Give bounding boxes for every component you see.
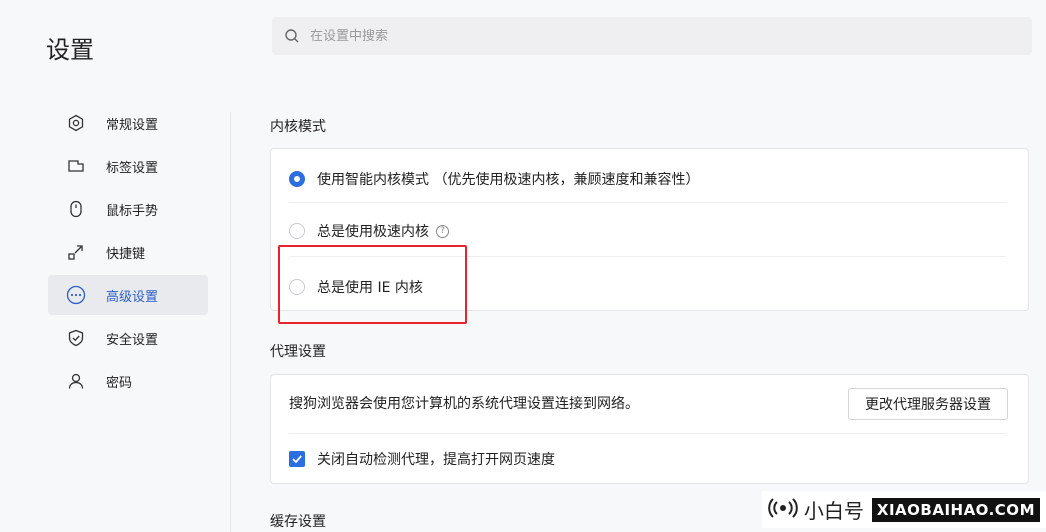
option-label: 关闭自动检测代理，提高打开网页速度: [317, 452, 555, 468]
proxy-settings-card: 搜狗浏览器会使用您计算机的系统代理设置连接到网络。 更改代理服务器设置 关闭自动…: [270, 374, 1029, 484]
user-icon: [66, 371, 86, 391]
sidebar-nav: 常规设置 标签设置 鼠标手势 快捷键 高级设置 安全设置 密码: [48, 103, 208, 404]
kernel-option-speed[interactable]: 总是使用极速内核 ?: [289, 221, 1006, 241]
sidebar-item-advanced[interactable]: 高级设置: [48, 275, 208, 315]
search-input[interactable]: [308, 27, 1012, 45]
page-title: 设置: [46, 36, 94, 64]
radio-button[interactable]: [289, 171, 305, 187]
sidebar-item-label: 快捷键: [106, 246, 146, 262]
highlight-box: [278, 245, 467, 324]
sidebar-item-tabs[interactable]: 标签设置: [48, 146, 208, 186]
row-divider: [289, 202, 1006, 203]
sidebar-item-label: 安全设置: [106, 332, 159, 348]
sidebar-item-password[interactable]: 密码: [48, 361, 208, 401]
sidebar-item-label: 鼠标手势: [106, 203, 159, 219]
mouse-icon: [66, 199, 86, 219]
help-icon[interactable]: ?: [436, 224, 449, 238]
sidebar-item-label: 标签设置: [106, 160, 159, 176]
auto-detect-proxy-option[interactable]: 关闭自动检测代理，提高打开网页速度: [289, 449, 1006, 469]
radio-button[interactable]: [289, 223, 305, 239]
sidebar-item-security[interactable]: 安全设置: [48, 318, 208, 358]
sidebar-item-label: 高级设置: [106, 289, 159, 305]
sidebar-item-mouse-gesture[interactable]: 鼠标手势: [48, 189, 208, 229]
sidebar-divider: [230, 112, 231, 532]
checkmark-icon: [292, 455, 302, 464]
watermark-name: 小白号: [803, 499, 864, 523]
option-label: 使用智能内核模式 （优先使用极速内核，兼顾速度和兼容性）: [317, 172, 700, 188]
kernel-option-smart[interactable]: 使用智能内核模式 （优先使用极速内核，兼顾速度和兼容性）: [289, 169, 1006, 189]
row-divider: [289, 433, 1006, 434]
general-settings-icon: [66, 113, 86, 133]
checkbox[interactable]: [289, 451, 305, 467]
sidebar-item-shortcut[interactable]: 快捷键: [48, 232, 208, 272]
shield-icon: [66, 328, 86, 348]
watermark-brand: 小白号 XIAOBAIHAO.COM: [761, 491, 1046, 528]
proxy-description: 搜狗浏览器会使用您计算机的系统代理设置连接到网络。: [289, 396, 639, 412]
broadcast-icon: [768, 497, 798, 523]
search-icon: [284, 27, 302, 45]
sidebar-item-label: 常规设置: [106, 117, 159, 133]
shortcut-icon: [66, 242, 86, 262]
option-label: 总是使用极速内核: [317, 224, 429, 240]
sidebar-item-label: 密码: [106, 375, 133, 391]
kernel-section-title: 内核模式: [270, 119, 326, 135]
more-icon: [66, 285, 86, 305]
search-box[interactable]: [272, 17, 1032, 55]
proxy-section-title: 代理设置: [270, 344, 326, 360]
watermark-domain: XIAOBAIHAO.COM: [871, 497, 1040, 522]
change-proxy-button[interactable]: 更改代理服务器设置: [848, 388, 1008, 420]
tab-icon: [66, 156, 86, 176]
sidebar-item-general[interactable]: 常规设置: [48, 103, 208, 143]
cache-section-title: 缓存设置: [270, 514, 326, 530]
